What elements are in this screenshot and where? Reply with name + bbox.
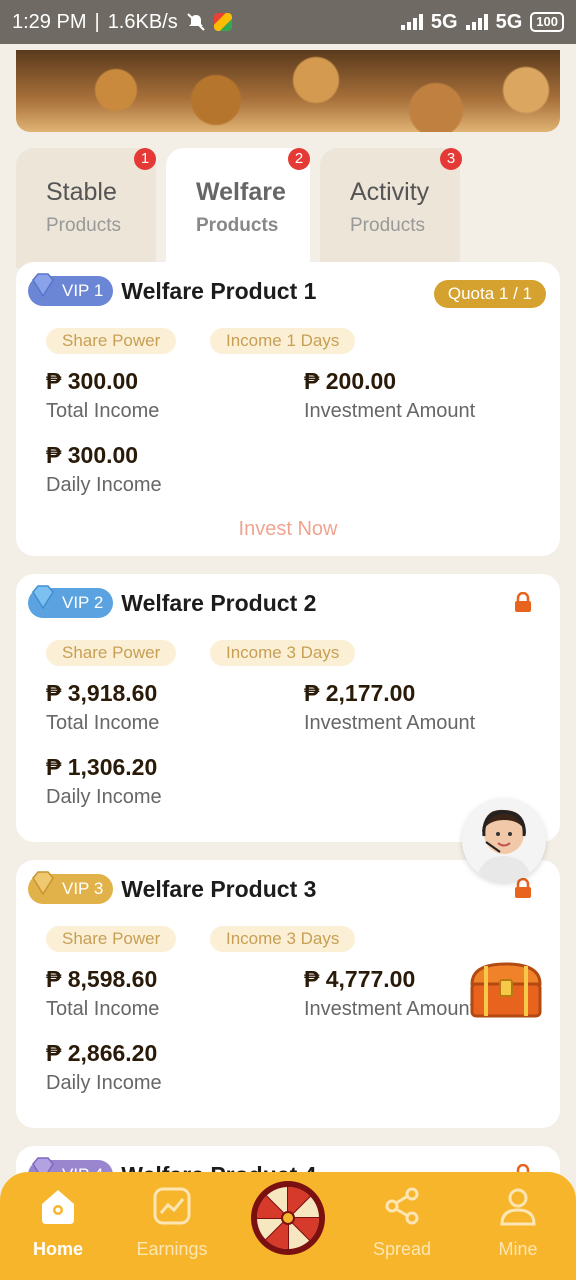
product-title: Welfare Product 1 <box>121 277 317 304</box>
diamond-icon <box>32 585 54 610</box>
home-icon <box>42 1190 74 1224</box>
total-income-label: Total Income <box>46 712 160 734</box>
lucky-wheel-button[interactable] <box>250 1180 326 1256</box>
investment-amount-value: ₱ 2,177.00 <box>304 680 416 706</box>
tab-activity-products[interactable]: Activity Products 3 <box>320 148 462 268</box>
signal-icon-2 <box>465 14 488 30</box>
nav-label: Home <box>32 1239 83 1259</box>
tab-sub: Products <box>350 215 425 236</box>
daily-income-value: ₱ 1,306.20 <box>46 754 158 780</box>
daily-income-label: Daily Income <box>46 1072 162 1094</box>
user-icon <box>500 1188 536 1226</box>
tab-badge: 3 <box>440 148 462 170</box>
chart-icon <box>153 1187 191 1225</box>
product-card-1: VIP 1 Welfare Product 1 Quota 1 / 1 Shar… <box>16 262 560 556</box>
total-income-label: Total Income <box>46 400 160 422</box>
invest-now-button[interactable]: Invest Now <box>16 518 560 541</box>
diamond-icon <box>32 871 54 896</box>
tab-sub: Products <box>196 215 279 236</box>
nav-home[interactable]: Home <box>8 1186 108 1260</box>
tab-badge: 2 <box>288 148 310 170</box>
app-notification-icon <box>213 13 232 31</box>
daily-income-label: Daily Income <box>46 474 162 496</box>
tag-income-days: Income 1 Days <box>210 328 356 354</box>
tab-badge: 1 <box>134 148 156 170</box>
signal-icon <box>400 14 423 30</box>
investment-amount-value: ₱ 4,777.00 <box>304 966 416 992</box>
tag-share-power: Share Power <box>46 328 177 354</box>
battery-indicator: 100 <box>530 12 564 32</box>
status-speed: 1.6KB/s <box>107 10 178 33</box>
total-income-value: ₱ 8,598.60 <box>46 966 158 992</box>
tab-title: Activity <box>350 178 430 206</box>
product-title: Welfare Product 3 <box>121 875 317 902</box>
investment-amount-value: ₱ 200.00 <box>304 368 397 394</box>
share-icon <box>385 1187 419 1225</box>
daily-income-value: ₱ 2,866.20 <box>46 1040 158 1066</box>
lock-icon <box>515 592 531 612</box>
product-card-2: VIP 2 Welfare Product 2 Share Power Inco… <box>16 574 560 842</box>
support-agent-icon <box>476 809 532 882</box>
vip-label: VIP 1 <box>62 281 104 300</box>
tab-title: Stable <box>46 178 117 206</box>
status-bar: 1:29 PM | 1.6KB/s 5G 5G 100 <box>0 0 576 44</box>
network-type-1: 5G <box>430 10 458 33</box>
customer-service-button[interactable] <box>462 798 546 882</box>
mute-icon <box>187 13 205 31</box>
quota-badge: Quota 1 / 1 <box>433 280 546 308</box>
status-time: 1:29 PM <box>12 10 87 33</box>
vip-label: VIP 2 <box>62 593 104 612</box>
tab-stable-products[interactable]: Stable Products 1 <box>16 148 156 268</box>
investment-amount-label: Investment Amount <box>304 998 476 1020</box>
product-tabs: Stable Products 1 Welfare Products 2 Act… <box>16 148 560 268</box>
tab-sub: Products <box>46 215 121 236</box>
total-income-value: ₱ 3,918.60 <box>46 680 158 706</box>
total-income-value: ₱ 300.00 <box>46 368 139 394</box>
coins-banner <box>16 50 560 132</box>
daily-income-value: ₱ 300.00 <box>46 442 139 468</box>
nav-label: Earnings <box>136 1239 208 1259</box>
diamond-icon <box>32 273 54 298</box>
tag-share-power: Share Power <box>46 640 177 666</box>
total-income-label: Total Income <box>46 998 160 1020</box>
tab-title: Welfare <box>196 178 286 206</box>
investment-amount-label: Investment Amount <box>304 400 476 422</box>
tag-income-days: Income 3 Days <box>210 640 356 666</box>
daily-income-label: Daily Income <box>46 786 162 808</box>
product-title: Welfare Product 2 <box>121 589 317 616</box>
network-type-2: 5G <box>495 10 523 33</box>
vip-badge: VIP 2 <box>28 585 114 618</box>
treasure-chest-button[interactable] <box>466 960 546 1020</box>
nav-label: Mine <box>498 1239 538 1259</box>
vip-badge: VIP 3 <box>28 871 114 904</box>
vip-label: VIP 3 <box>62 879 104 898</box>
lock-icon <box>515 878 531 898</box>
investment-amount-label: Investment Amount <box>304 712 476 734</box>
tag-income-days: Income 3 Days <box>210 926 356 952</box>
nav-mine[interactable]: Mine <box>468 1186 568 1260</box>
tab-welfare-products[interactable]: Welfare Products 2 <box>166 148 310 268</box>
tag-share-power: Share Power <box>46 926 177 952</box>
nav-earnings[interactable]: Earnings <box>122 1186 222 1260</box>
nav-label: Spread <box>372 1239 432 1259</box>
nav-spread[interactable]: Spread <box>352 1186 452 1260</box>
vip-badge: VIP 1 <box>28 273 114 306</box>
